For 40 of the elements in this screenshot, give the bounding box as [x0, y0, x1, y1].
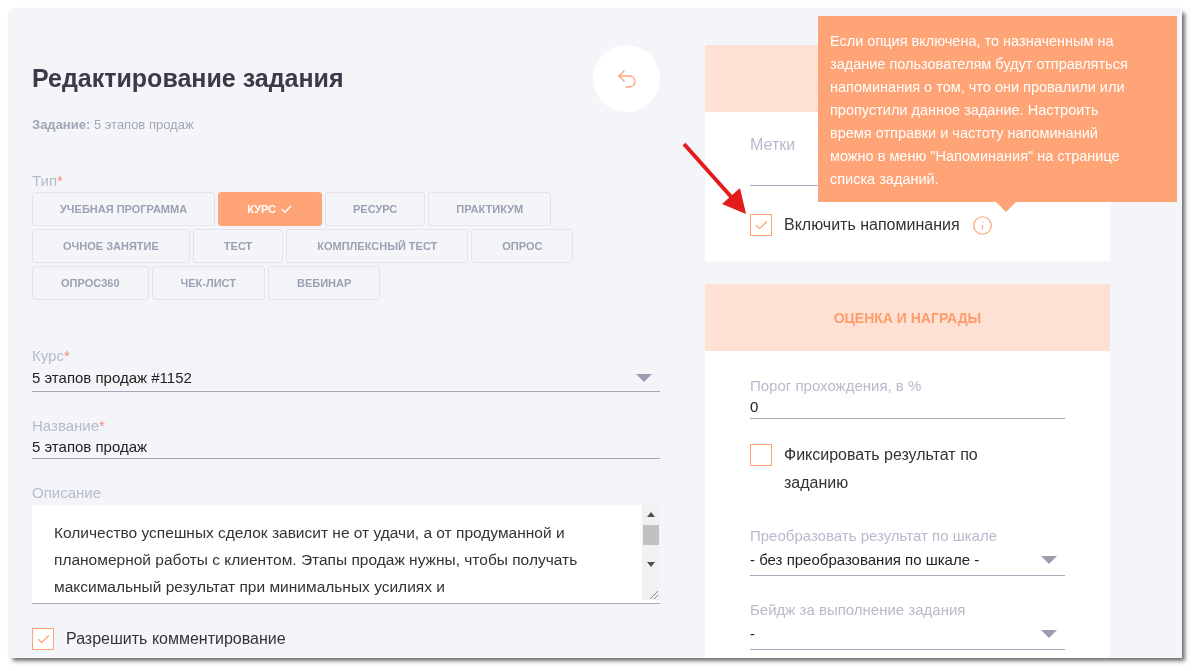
type-label: Тип*: [32, 172, 64, 189]
type-option[interactable]: ОЧНОЕ ЗАНЯТИЕ: [32, 229, 190, 263]
type-option[interactable]: ОПРОС: [471, 229, 574, 263]
type-option[interactable]: РЕСУРС: [325, 192, 426, 226]
type-option[interactable]: ТЕСТ: [192, 229, 284, 263]
checkbox[interactable]: [32, 628, 54, 650]
threshold-label: Порог прохождения, в %: [750, 377, 923, 394]
allow-comments-label: Разрешить комментирование: [66, 629, 286, 649]
description-textarea[interactable]: Количество успешных сделок зависит не от удачи, а от продуманной и планомерной работы с клиентом. Этапы продаж нужны, чтобы получать максимальный результат при минимальных усилиях и: [32, 505, 660, 604]
caret-icon: [1041, 555, 1057, 564]
name-input[interactable]: 5 этапов продаж: [32, 434, 660, 459]
fix-result-label: Фиксировать результат по заданию: [784, 445, 979, 493]
type-option[interactable]: УЧЕБНАЯ ПРОГРАММА: [32, 192, 216, 226]
course-label: Курс*: [32, 347, 71, 364]
task-subtitle: Задание: 5 этапов продаж: [32, 117, 195, 132]
checkbox[interactable]: [750, 444, 772, 466]
type-option[interactable]: КУРС: [218, 192, 322, 226]
tooltip: Если опция включена, то назначенным на задание пользователям будут отправляться напоминания о том, что они провалили или пропустили данное задание. Настроить время отправки и частоту напоминаний можно в меню "Напоминания" на странице списка заданий.: [818, 16, 1177, 202]
reminders-label: Включить напоминания: [784, 215, 960, 235]
tags-label: Метки: [750, 136, 797, 154]
type-option[interactable]: КОМПЛЕКСНЫЙ ТЕСТ: [286, 229, 469, 263]
page-title: Редактирование задания: [32, 64, 344, 93]
scale-select[interactable]: - без преобразования по шкале -: [750, 544, 1065, 576]
type-option[interactable]: ОПРОС360: [32, 266, 149, 300]
tooltip-pointer: [996, 202, 1016, 212]
type-option[interactable]: ВЕБИНАР: [268, 266, 381, 300]
checkbox[interactable]: [750, 214, 772, 236]
info-icon[interactable]: [971, 214, 993, 236]
caret-icon: [1041, 629, 1057, 638]
name-label: Название*: [32, 417, 106, 434]
caret-icon: [636, 373, 652, 382]
scale-label: Преобразовать результат по шкале: [750, 527, 998, 544]
description-label: Описание: [32, 484, 103, 501]
badge-select[interactable]: -: [750, 618, 1065, 650]
course-select[interactable]: 5 этапов продаж #1152: [32, 364, 660, 392]
badge-label: Бейдж за выполнение задания: [750, 601, 967, 618]
threshold-input[interactable]: 0: [750, 394, 1065, 419]
type-option[interactable]: ПРАКТИКУМ: [428, 192, 552, 226]
panel-header: ОЦЕНКА И НАГРАДЫ: [705, 284, 1110, 351]
type-option[interactable]: ЧЕК-ЛИСТ: [151, 266, 265, 300]
